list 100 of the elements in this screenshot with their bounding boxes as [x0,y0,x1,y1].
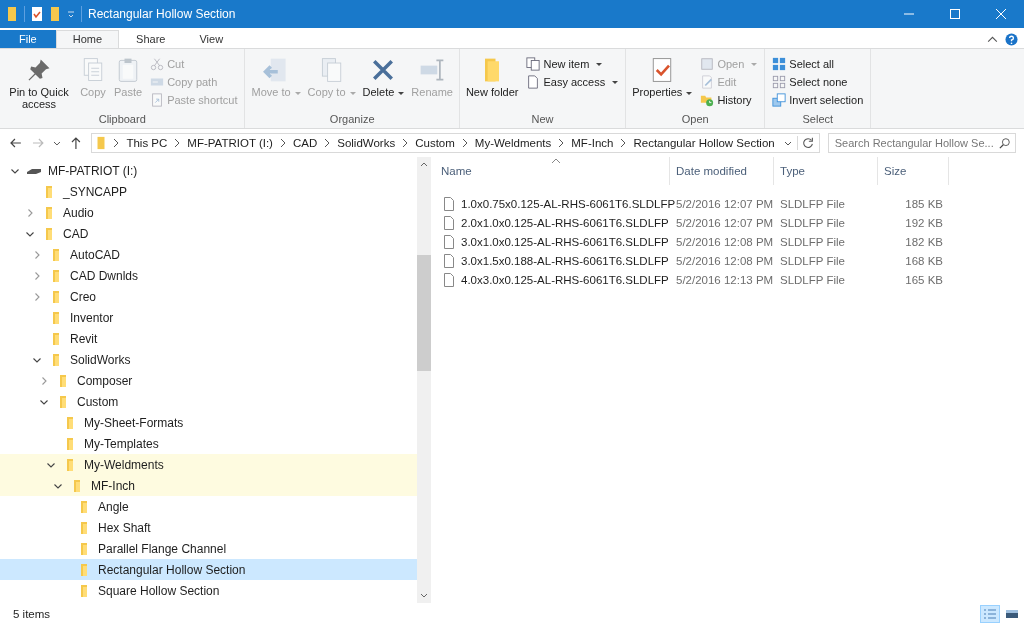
caret-icon [612,80,619,84]
tree-item[interactable]: SolidWorks [0,349,417,370]
ribbon-tab[interactable]: Share [119,30,183,48]
breadcrumb[interactable]: This PC [126,137,168,149]
tree-item[interactable]: Parallel Flange Channel [0,538,417,559]
tree-item[interactable]: CAD [0,223,417,244]
caret-icon [294,91,301,95]
file-name[interactable]: 3.0x1.5x0.188-AL-RHS-6061T6.SLDLFP [461,254,669,267]
breadcrumb[interactable]: SolidWorks [337,137,396,149]
help-icon[interactable] [1005,33,1018,46]
breadcrumb[interactable]: My-Weldments [474,137,552,149]
tree-item[interactable]: MF-Inch [0,475,417,496]
tree-item[interactable]: Angle [0,496,417,517]
tree-item[interactable]: My-Templates [0,433,417,454]
table-cell: SLDLFP File [780,273,845,286]
chevron-right-icon[interactable] [619,138,628,148]
dropdown-icon[interactable] [67,10,75,18]
ribbon-button[interactable]: Invert selection [768,91,868,109]
breadcrumb[interactable]: Rectangular Hollow Section [633,137,775,149]
file-name[interactable]: 2.0x1.0x0.125-AL-RHS-6061T6.SLDLFP [461,216,669,229]
tree-item[interactable]: Audio [0,202,417,223]
file-name[interactable]: 4.0x3.0x0.125-AL-RHS-6061T6.SLDLFP [461,273,669,286]
breadcrumb[interactable]: MF-Inch [571,137,614,149]
table-cell: 165 KB [905,273,943,286]
ribbon-tab[interactable]: Home [55,30,120,48]
ribbon-button[interactable]: Select all [768,55,868,73]
select-all-icon [772,57,787,71]
folder-icon[interactable] [49,6,61,22]
tree-item[interactable]: My-Sheet-Formats [0,412,417,433]
breadcrumb[interactable]: MF-PATRIOT (I:) [187,137,273,149]
caret-icon [596,62,603,66]
chevron-right-icon[interactable] [278,138,287,148]
scrollbar[interactable] [417,157,431,603]
column-header[interactable]: Name [441,157,670,185]
group-label: Open [680,113,710,127]
folder-icon [6,6,18,22]
file-icon [443,272,455,287]
table-cell: 192 KB [905,216,943,229]
tree-item[interactable]: Custom [0,391,417,412]
ribbon-button[interactable]: New folder [462,52,522,113]
folder-icon [52,310,60,325]
chevron-right-icon[interactable] [112,138,121,148]
tree-item[interactable]: Composer [0,370,417,391]
table-cell: 5/2/2016 12:07 PM [676,197,774,210]
folder-icon [59,394,67,409]
ribbon-tab[interactable]: File [0,30,56,48]
caret-icon [686,91,693,95]
scrollbar-thumb[interactable] [417,255,431,371]
ribbon-button[interactable]: History [696,91,762,109]
folder-icon [52,289,60,304]
tree-item[interactable]: Square Hollow Section [0,580,417,601]
column-header[interactable]: Size [878,157,949,185]
column-header[interactable]: Date modified [670,157,774,185]
breadcrumb[interactable]: Custom [415,137,455,149]
tree-item[interactable]: My-Weldments [0,454,417,475]
folder-icon [52,268,60,283]
tree-item[interactable]: Hex Shaft [0,517,417,538]
folder-icon [52,331,60,346]
file-icon [443,234,455,249]
ribbon-button[interactable]: Delete [359,52,408,113]
invert-selection-icon [772,93,787,107]
tree-item[interactable]: Revit [0,328,417,349]
refresh-icon[interactable] [796,136,815,150]
tree-item[interactable]: AutoCAD [0,244,417,265]
chevron-right-icon[interactable] [460,138,469,148]
table-cell: 5/2/2016 12:07 PM [676,216,774,229]
tree-item[interactable]: _SYNCAPP [0,181,417,202]
tree-item[interactable]: MF-PATRIOT (I:) [0,160,417,181]
caret-icon [751,62,758,66]
column-header[interactable]: Type [774,157,878,185]
file-icon [443,253,455,268]
search-field[interactable]: Search Rectangular Hollow Se... [827,133,1016,153]
tree-item[interactable]: Rectangular Hollow Section [0,559,417,580]
sort-up-icon [551,158,561,164]
folder-icon [45,184,53,199]
folder-icon [66,436,74,451]
ribbon-button[interactable]: Select none [768,73,868,91]
ribbon-tab[interactable]: View [182,30,241,48]
chevron-right-icon[interactable] [323,138,332,148]
file-name[interactable]: 3.0x1.0x0.125-AL-RHS-6061T6.SLDLFP [461,235,669,248]
chevron-right-icon[interactable] [401,138,410,148]
folder-icon [59,373,67,388]
table-cell: SLDLFP File [780,254,845,267]
chevron-right-icon[interactable] [173,138,182,148]
pencil-icon [700,75,715,89]
select-none-icon [772,75,787,89]
folder-icon [80,562,88,577]
checklist-icon[interactable] [31,6,43,22]
breadcrumb[interactable]: CAD [292,137,318,149]
tree-item[interactable]: Creo [0,286,417,307]
ribbon-button[interactable]: Pin to Quick access [3,52,75,113]
tree-item[interactable]: CAD Dwnlds [0,265,417,286]
folder-icon [73,478,81,493]
address-bar[interactable]: This PC MF-PATRIOT (I:) CAD SolidWorks Custom My-Weldments MF-Inch Rectangular Hollow Section [91,133,820,153]
ribbon-button[interactable]: New item [522,55,623,73]
file-name[interactable]: 1.0x0.75x0.125-AL-RHS-6061T6.SLDLFP [461,197,676,210]
ribbon-button[interactable]: Properties [629,52,696,113]
ribbon-button[interactable]: Easy access [522,73,623,91]
chevron-right-icon[interactable] [557,138,566,148]
tree-item[interactable]: Inventor [0,307,417,328]
